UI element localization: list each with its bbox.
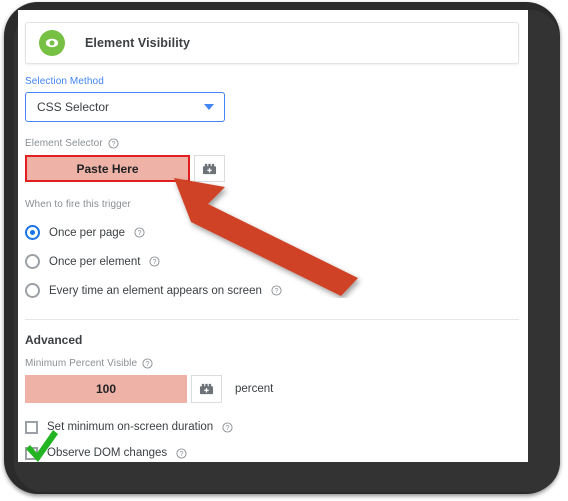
checkbox-observe-dom-changes[interactable]: Observe DOM changes ?: [25, 440, 519, 466]
svg-text:?: ?: [180, 451, 184, 458]
element-selector-label-row: Element Selector ?: [25, 138, 519, 149]
percent-suffix-label: percent: [235, 383, 274, 395]
help-icon[interactable]: ?: [142, 358, 153, 369]
help-icon[interactable]: ?: [271, 285, 282, 296]
help-icon[interactable]: ?: [149, 256, 160, 267]
minimum-percent-visible-label: Minimum Percent Visible: [25, 358, 138, 369]
trigger-header-card: Element Visibility: [25, 22, 519, 64]
help-icon[interactable]: ?: [222, 421, 233, 433]
app-panel: Element Visibility Selection Method CSS …: [18, 10, 528, 462]
checkbox-label: Observe DOM changes: [47, 447, 168, 459]
help-icon[interactable]: ?: [134, 227, 145, 238]
svg-text:?: ?: [138, 230, 142, 237]
page-title: Element Visibility: [85, 36, 191, 50]
checkbox-set-minimum-duration[interactable]: Set minimum on-screen duration ?: [25, 414, 519, 440]
svg-text:?: ?: [153, 259, 157, 266]
element-selector-input[interactable]: Paste Here: [25, 155, 190, 182]
selection-method-label: Selection Method: [25, 76, 104, 87]
chevron-down-icon: [204, 104, 214, 110]
form-body: Selection Method CSS Selector Element Se…: [25, 76, 519, 466]
minimum-percent-visible-label-row: Minimum Percent Visible ?: [25, 358, 519, 369]
checkbox-icon[interactable]: [25, 420, 38, 434]
element-selector-row: Paste Here: [25, 155, 519, 182]
help-icon[interactable]: ?: [108, 138, 119, 149]
checkbox-label: Set minimum on-screen duration: [47, 421, 214, 433]
svg-text:?: ?: [274, 288, 278, 295]
trigger-option-every-time[interactable]: Every time an element appears on screen …: [25, 276, 519, 305]
variable-picker-icon[interactable]: [191, 375, 222, 403]
svg-text:?: ?: [111, 141, 115, 148]
selection-method-select[interactable]: CSS Selector: [25, 92, 225, 122]
trigger-fire-label: When to fire this trigger: [25, 199, 131, 210]
section-divider: [25, 319, 519, 320]
radio-icon[interactable]: [25, 283, 40, 298]
trigger-option-once-per-element[interactable]: Once per element ?: [25, 247, 519, 276]
minimum-percent-visible-input[interactable]: 100: [25, 375, 187, 403]
svg-text:?: ?: [146, 361, 150, 368]
minimum-percent-visible-row: 100 percent: [25, 375, 519, 403]
element-selector-label: Element Selector: [25, 138, 103, 149]
help-icon[interactable]: ?: [176, 447, 187, 459]
trigger-option-label: Once per page: [49, 226, 126, 239]
eye-icon: [39, 30, 65, 56]
radio-icon-selected[interactable]: [25, 225, 40, 240]
trigger-option-label: Once per element: [49, 255, 141, 268]
screenshot-root: Element Visibility Selection Method CSS …: [0, 0, 568, 501]
selection-method-value: CSS Selector: [37, 100, 110, 114]
radio-icon[interactable]: [25, 254, 40, 269]
variable-picker-icon[interactable]: [194, 155, 225, 182]
svg-text:?: ?: [226, 425, 230, 432]
trigger-option-once-per-page[interactable]: Once per page ?: [25, 218, 519, 247]
advanced-section-title: Advanced: [25, 333, 83, 347]
checkbox-icon[interactable]: [25, 446, 38, 460]
trigger-option-label: Every time an element appears on screen: [49, 284, 262, 297]
